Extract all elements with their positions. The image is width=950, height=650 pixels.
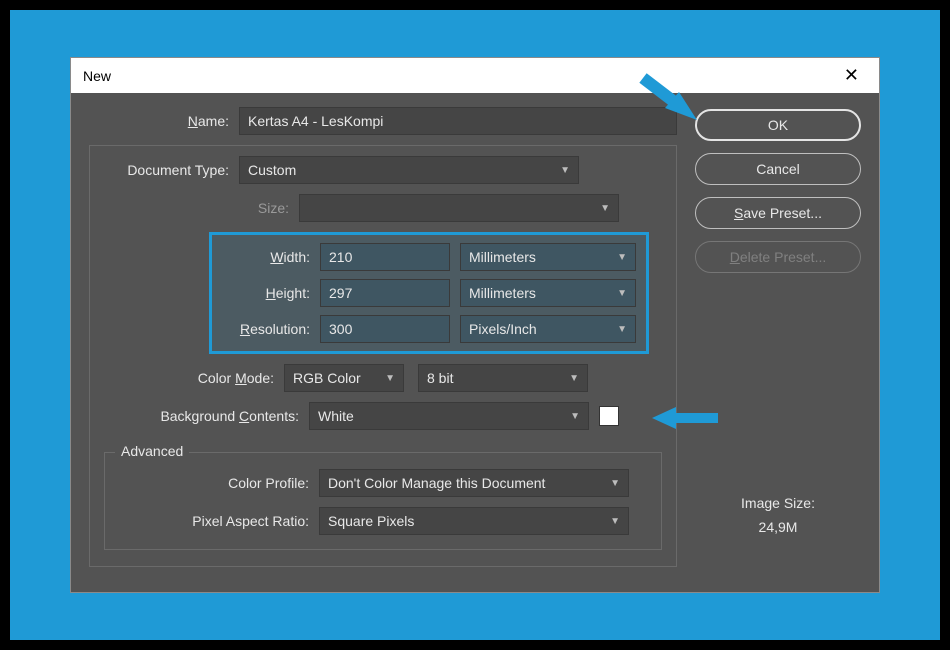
advanced-legend: Advanced	[115, 443, 189, 459]
pixel-aspect-label: Pixel Aspect Ratio:	[119, 513, 319, 529]
bit-depth-select[interactable]: 8 bit ▼	[418, 364, 588, 392]
size-row: Size: ▼	[104, 194, 662, 222]
save-preset-button[interactable]: Save Preset...	[695, 197, 861, 229]
main-fieldset: Document Type: Custom ▼ Size: ▼	[89, 145, 677, 567]
chevron-down-icon: ▼	[617, 288, 627, 299]
dialog-body: Name: Document Type: Custom ▼ Size:	[71, 93, 879, 592]
color-mode-select[interactable]: RGB Color ▼	[284, 364, 404, 392]
pixel-aspect-select[interactable]: Square Pixels ▼	[319, 507, 629, 535]
dialog-title: New	[83, 68, 111, 84]
image-size-value: 24,9M	[695, 519, 861, 535]
ok-label: OK	[768, 117, 788, 133]
color-profile-value: Don't Color Manage this Document	[328, 475, 545, 491]
background-color-swatch[interactable]	[599, 406, 619, 426]
new-document-dialog: New ✕ Name: Document Type: Custom ▼	[70, 57, 880, 593]
dimension-highlight-block: Width: Millimeters ▼ Height: Millime	[209, 232, 649, 354]
background-label: Background Contents:	[104, 408, 309, 424]
pixel-aspect-value: Square Pixels	[328, 513, 414, 529]
width-unit-value: Millimeters	[469, 249, 536, 265]
delete-preset-label: Delete Preset...	[730, 249, 827, 265]
chevron-down-icon: ▼	[617, 252, 627, 263]
height-unit-select[interactable]: Millimeters ▼	[460, 279, 636, 307]
titlebar: New ✕	[71, 58, 879, 93]
resolution-label: Resolution:	[222, 321, 320, 337]
delete-preset-button: Delete Preset...	[695, 241, 861, 273]
name-row: Name:	[89, 107, 677, 135]
size-select: ▼	[299, 194, 619, 222]
size-label: Size:	[104, 200, 299, 216]
advanced-fieldset: Advanced Color Profile: Don't Color Mana…	[104, 452, 662, 550]
save-preset-label: Save Preset...	[734, 205, 822, 221]
width-row: Width: Millimeters ▼	[222, 243, 636, 271]
document-type-select[interactable]: Custom ▼	[239, 156, 579, 184]
document-type-row: Document Type: Custom ▼	[104, 156, 662, 184]
close-icon[interactable]: ✕	[836, 61, 867, 90]
chevron-down-icon: ▼	[610, 516, 620, 527]
chevron-down-icon: ▼	[600, 203, 610, 214]
color-mode-row: Color Mode: RGB Color ▼ 8 bit ▼	[104, 364, 662, 392]
ok-button[interactable]: OK	[695, 109, 861, 141]
height-unit-value: Millimeters	[469, 285, 536, 301]
image-size-title: Image Size:	[695, 495, 861, 511]
resolution-unit-select[interactable]: Pixels/Inch ▼	[460, 315, 636, 343]
name-label: Name:	[89, 113, 239, 129]
cancel-button[interactable]: Cancel	[695, 153, 861, 185]
background-select[interactable]: White ▼	[309, 402, 589, 430]
cancel-label: Cancel	[756, 161, 800, 177]
background-contents-row: Background Contents: White ▼	[104, 402, 662, 430]
screenshot-frame: New ✕ Name: Document Type: Custom ▼	[10, 10, 940, 640]
bit-depth-value: 8 bit	[427, 370, 453, 386]
resolution-unit-value: Pixels/Inch	[469, 321, 537, 337]
color-profile-row: Color Profile: Don't Color Manage this D…	[119, 469, 647, 497]
right-panel: OK Cancel Save Preset... Delete Preset..…	[695, 107, 861, 567]
document-type-label: Document Type:	[104, 162, 239, 178]
color-profile-label: Color Profile:	[119, 475, 319, 491]
chevron-down-icon: ▼	[610, 478, 620, 489]
width-unit-select[interactable]: Millimeters ▼	[460, 243, 636, 271]
height-label: Height:	[222, 285, 320, 301]
document-type-value: Custom	[248, 162, 296, 178]
color-mode-label: Color Mode:	[104, 370, 284, 386]
resolution-input[interactable]	[320, 315, 450, 343]
height-row: Height: Millimeters ▼	[222, 279, 636, 307]
height-input[interactable]	[320, 279, 450, 307]
left-panel: Name: Document Type: Custom ▼ Size:	[89, 107, 677, 567]
chevron-down-icon: ▼	[560, 165, 570, 176]
chevron-down-icon: ▼	[385, 373, 395, 384]
pixel-aspect-row: Pixel Aspect Ratio: Square Pixels ▼	[119, 507, 647, 535]
chevron-down-icon: ▼	[617, 324, 627, 335]
chevron-down-icon: ▼	[569, 373, 579, 384]
color-profile-select[interactable]: Don't Color Manage this Document ▼	[319, 469, 629, 497]
width-label: Width:	[222, 249, 320, 265]
background-value: White	[318, 408, 354, 424]
color-mode-value: RGB Color	[293, 370, 361, 386]
chevron-down-icon: ▼	[570, 411, 580, 422]
width-input[interactable]	[320, 243, 450, 271]
name-input[interactable]	[239, 107, 677, 135]
resolution-row: Resolution: Pixels/Inch ▼	[222, 315, 636, 343]
image-size-block: Image Size: 24,9M	[695, 495, 861, 535]
